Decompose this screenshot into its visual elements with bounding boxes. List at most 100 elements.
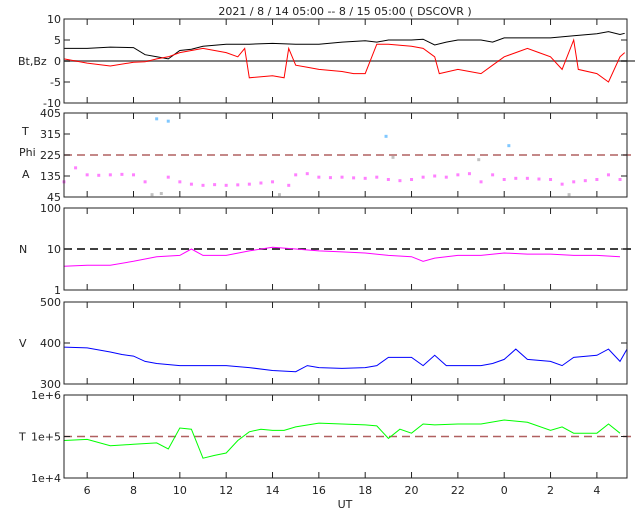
- data-point-phi: [514, 176, 518, 180]
- data-point-phi: [560, 182, 564, 186]
- data-point-phi: [375, 175, 379, 179]
- panel-speed: 500400300V: [19, 296, 628, 391]
- x-tick-label: 8: [130, 484, 137, 497]
- y-tick-label: -5: [50, 76, 61, 89]
- data-point-phi: [224, 183, 228, 187]
- data-point-phi: [618, 178, 622, 181]
- series-t: [63, 419, 621, 459]
- data-point-phi: [108, 173, 112, 177]
- chart-title: 2021 / 8 / 14 05:00 -- 8 / 15 05:00 ( DS…: [218, 5, 471, 18]
- y-tick-label: 0: [54, 55, 61, 68]
- data-point-phi-away: [384, 134, 388, 138]
- data-point-phi-gray: [277, 193, 281, 197]
- data-point-phi: [247, 182, 251, 186]
- y-axis-label: V: [19, 337, 27, 350]
- data-point-phi: [537, 177, 541, 181]
- series-bt: [64, 31, 625, 60]
- data-point-phi: [201, 183, 205, 187]
- data-point-phi-gray: [150, 193, 154, 197]
- data-point-phi: [410, 178, 414, 181]
- x-tick-label: 12: [219, 484, 233, 497]
- data-point-phi: [456, 173, 460, 177]
- x-tick-label: 0: [501, 484, 508, 497]
- y-axis-label: Phi: [19, 146, 36, 159]
- data-point-phi: [606, 173, 610, 177]
- y-axis-label: T: [18, 431, 26, 444]
- y-tick-label: 10: [47, 13, 61, 26]
- data-point-phi-away: [155, 117, 159, 121]
- data-point-phi: [166, 175, 170, 179]
- data-point-phi: [213, 183, 217, 187]
- data-point-phi: [421, 175, 425, 179]
- data-point-phi: [572, 180, 576, 184]
- y-tick-label: 5: [54, 34, 61, 47]
- data-point-phi: [433, 174, 437, 178]
- data-point-phi: [271, 180, 275, 184]
- solar-wind-chart: 2021 / 8 / 14 05:00 -- 8 / 15 05:00 ( DS…: [18, 5, 635, 511]
- data-point-phi: [583, 179, 587, 183]
- x-tick-label: 20: [405, 484, 419, 497]
- x-axis-label: UT: [338, 498, 353, 511]
- data-point-phi-gray: [567, 193, 571, 197]
- data-point-phi: [120, 172, 124, 176]
- data-point-phi-gray: [477, 158, 481, 162]
- data-point-phi: [317, 175, 321, 179]
- data-point-phi: [328, 176, 332, 180]
- x-tick-label: 6: [84, 484, 91, 497]
- y-axis-label: A: [22, 168, 30, 181]
- panel-density: 100101N: [19, 202, 635, 297]
- series-v: [63, 346, 628, 373]
- data-point-phi: [143, 180, 147, 184]
- y-tick-label: 1e+6: [31, 389, 61, 402]
- data-point-phi-gray: [391, 155, 395, 159]
- y-tick-label: 1e+4: [31, 472, 61, 485]
- y-tick-label: 135: [40, 170, 61, 183]
- data-point-phi-gray: [159, 192, 163, 195]
- x-tick-label: 4: [593, 484, 600, 497]
- data-point-phi: [305, 172, 309, 176]
- y-tick-label: 10: [47, 243, 61, 256]
- data-point-phi: [189, 182, 193, 186]
- data-point-phi: [479, 180, 483, 184]
- data-point-phi: [74, 166, 78, 170]
- data-point-phi: [595, 178, 599, 181]
- data-point-phi-away: [166, 119, 170, 123]
- x-tick-label: 18: [358, 484, 372, 497]
- y-tick-label: 405: [40, 107, 61, 120]
- y-axis-label: Bt,Bz: [18, 55, 47, 68]
- data-point-phi: [444, 175, 448, 179]
- y-axis-label: T: [21, 125, 29, 138]
- panel-bt-bz: 1050-5-10Bt,Bz: [18, 13, 635, 110]
- data-point-phi: [259, 181, 263, 185]
- data-point-phi: [386, 178, 390, 181]
- data-point-phi: [287, 183, 291, 187]
- data-point-phi: [491, 173, 495, 177]
- data-point-phi: [398, 179, 402, 183]
- data-point-phi: [97, 173, 101, 177]
- x-tick-label: 2: [547, 484, 554, 497]
- data-point-phi: [132, 173, 136, 177]
- y-tick-label: 315: [40, 128, 61, 141]
- data-point-phi: [178, 180, 182, 184]
- series-n: [63, 246, 621, 267]
- panel-frame: [63, 301, 628, 385]
- y-axis-label: N: [19, 243, 27, 256]
- y-tick-label: 225: [40, 149, 61, 162]
- data-point-phi: [467, 172, 471, 176]
- y-tick-label: 400: [40, 337, 61, 350]
- data-point-phi: [236, 183, 240, 187]
- x-tick-label: 14: [266, 484, 280, 497]
- x-tick-label: 22: [451, 484, 465, 497]
- data-point-phi: [352, 176, 356, 180]
- panel-temperature: 1e+6 1e+5 1e+4 T 6 8 10 12 14 16 18 20 22 0 2 4: [18, 389, 635, 497]
- y-tick-label: 500: [40, 296, 61, 309]
- x-tick-label: 10: [173, 484, 187, 497]
- data-point-phi-away: [507, 144, 511, 148]
- panel-phi: 40531522513545TPhiA: [19, 107, 635, 204]
- data-point-phi: [549, 178, 553, 181]
- data-point-phi: [363, 176, 367, 180]
- data-point-phi: [502, 178, 506, 181]
- data-point-phi: [294, 173, 298, 177]
- data-point-phi: [340, 175, 344, 179]
- y-tick-label: 1e+5: [31, 431, 61, 444]
